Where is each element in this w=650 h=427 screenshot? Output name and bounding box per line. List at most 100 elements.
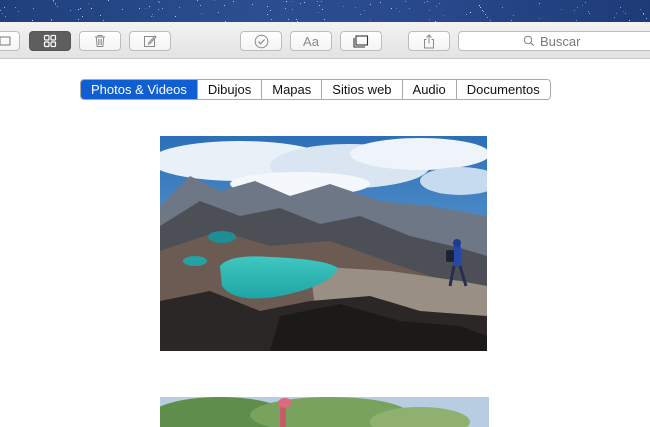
- star: [399, 11, 400, 12]
- star: [424, 2, 425, 3]
- delete-button[interactable]: [79, 31, 121, 51]
- star: [175, 16, 176, 17]
- star: [151, 16, 152, 17]
- star: [271, 19, 272, 20]
- star: [292, 9, 293, 10]
- format-text-icon: Aa: [303, 33, 319, 49]
- star: [100, 15, 101, 16]
- star: [360, 14, 361, 15]
- star: [480, 7, 481, 8]
- star: [149, 6, 150, 7]
- star: [513, 15, 514, 16]
- star: [439, 3, 440, 4]
- star: [32, 20, 33, 21]
- star: [145, 8, 146, 9]
- tab-documentos[interactable]: Documentos: [455, 80, 550, 99]
- star: [304, 2, 305, 3]
- share-button[interactable]: [408, 31, 450, 51]
- star: [589, 13, 590, 14]
- star: [443, 15, 444, 16]
- toolbar: Aa Buscar: [0, 22, 650, 59]
- star: [286, 1, 287, 2]
- star: [343, 6, 344, 7]
- star: [300, 3, 301, 4]
- format-button[interactable]: Aa: [290, 31, 332, 51]
- attachments-browser: Photos & Videos Dibujos Mapas Sitios web…: [0, 59, 650, 427]
- star: [5, 16, 6, 17]
- tab-sitios-web[interactable]: Sitios web: [321, 80, 402, 99]
- star: [78, 19, 79, 20]
- star: [409, 8, 410, 9]
- tab-dibujos[interactable]: Dibujos: [196, 80, 262, 99]
- mountain-lake-photo: [160, 136, 487, 351]
- star: [200, 5, 201, 6]
- tab-mapas[interactable]: Mapas: [261, 80, 322, 99]
- star: [197, 0, 198, 1]
- compose-button[interactable]: [129, 31, 171, 51]
- star: [577, 7, 578, 8]
- star: [574, 10, 575, 11]
- star: [616, 13, 617, 14]
- star: [158, 9, 159, 10]
- star: [318, 12, 319, 13]
- star: [70, 10, 71, 11]
- star: [511, 20, 512, 21]
- garden-photo: [160, 397, 489, 427]
- star: [646, 18, 647, 19]
- star: [502, 7, 503, 8]
- table-icon: [353, 34, 369, 48]
- star: [4, 7, 5, 8]
- desktop-background: [0, 0, 650, 22]
- star: [585, 2, 586, 3]
- star: [620, 7, 621, 8]
- star: [470, 12, 471, 13]
- star: [487, 17, 488, 18]
- star: [576, 20, 577, 21]
- star: [405, 1, 406, 2]
- checkmark-circle-icon: [254, 34, 268, 48]
- sidebar-toggle-button[interactable]: [0, 31, 20, 51]
- star: [82, 16, 83, 17]
- photo-thumbnail[interactable]: [160, 136, 487, 351]
- star: [80, 8, 81, 9]
- grid-view-button[interactable]: [29, 31, 71, 51]
- star: [322, 9, 323, 10]
- star: [288, 19, 289, 20]
- star: [162, 8, 163, 9]
- share-icon: [424, 33, 434, 48]
- star: [55, 4, 56, 5]
- search-field[interactable]: Buscar: [458, 31, 650, 51]
- star: [153, 16, 154, 17]
- trash-icon: [95, 35, 105, 47]
- sidebar-icon: [0, 36, 11, 46]
- star: [267, 14, 268, 15]
- checklist-button[interactable]: [240, 31, 282, 51]
- search-placeholder: Buscar: [540, 33, 581, 49]
- attachment-type-filter: Photos & Videos Dibujos Mapas Sitios web…: [80, 79, 551, 100]
- star: [317, 1, 318, 2]
- star: [179, 7, 180, 8]
- star: [292, 1, 293, 2]
- star: [380, 2, 381, 3]
- star: [152, 14, 153, 15]
- table-button[interactable]: [340, 31, 382, 51]
- star: [539, 3, 540, 4]
- photo-thumbnail[interactable]: [160, 397, 489, 427]
- star: [561, 9, 562, 10]
- star: [321, 1, 322, 2]
- star: [355, 7, 356, 8]
- star: [233, 1, 234, 2]
- star: [625, 13, 626, 14]
- star: [483, 11, 484, 12]
- search-icon: [523, 35, 535, 47]
- star: [588, 11, 589, 12]
- tab-photos-videos[interactable]: Photos & Videos: [81, 80, 197, 99]
- star: [267, 6, 268, 7]
- star: [270, 10, 271, 11]
- star: [122, 9, 123, 10]
- star: [285, 8, 286, 9]
- star: [429, 19, 430, 20]
- star: [0, 10, 1, 11]
- tab-audio[interactable]: Audio: [401, 80, 456, 99]
- grid-icon: [43, 34, 57, 48]
